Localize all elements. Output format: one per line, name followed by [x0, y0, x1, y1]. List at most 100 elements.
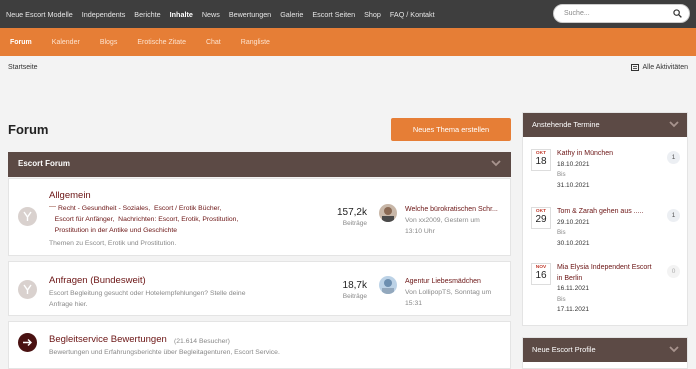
- forum-icon: [18, 207, 37, 226]
- event-bis: Bis: [557, 171, 566, 178]
- event-text: Tom & Zarah gehen aus ..... 29.10.2021 B…: [557, 207, 643, 249]
- subnav-item-rangliste[interactable]: Rangliste: [241, 39, 270, 46]
- nav-item-bewertungen[interactable]: Bewertungen: [229, 10, 271, 19]
- event-end: 17.11.2021: [557, 306, 590, 313]
- avatar[interactable]: [379, 276, 397, 294]
- arrow-right-icon: [23, 339, 32, 346]
- node-description-cont: Anfrage hier.: [49, 301, 88, 308]
- event-text: Mia Elysia Independent Escort in Berlin …: [557, 263, 652, 316]
- event-day: 18: [535, 156, 547, 167]
- event-day: 29: [535, 214, 547, 225]
- all-activities-label: Alle Aktivitäten: [642, 64, 688, 71]
- search-input[interactable]: Suche...: [553, 4, 690, 23]
- new-profiles-widget: Neue Escort Profile: [522, 337, 688, 369]
- category-header[interactable]: Escort Forum: [8, 152, 511, 177]
- last-post-title[interactable]: Welche bürokratischen Schr...: [405, 204, 505, 215]
- nav-item-inhalte[interactable]: Inhalte: [170, 10, 193, 19]
- last-post: Welche bürokratischen Schr... Von xx2009…: [405, 204, 505, 237]
- event-day: 16: [535, 270, 547, 281]
- nav-item-independents[interactable]: Independents: [82, 10, 126, 19]
- event-end: 31.10.2021: [557, 181, 590, 189]
- event-date-badge: OKT 29: [531, 207, 551, 229]
- nav-item-faq-kontakt[interactable]: FAQ / Kontakt: [390, 10, 435, 19]
- chevron-down-icon[interactable]: [491, 159, 501, 167]
- subforum-link[interactable]: Escort / Erotik Bücher,: [154, 205, 221, 212]
- nav-item-escort-seiten[interactable]: Escort Seiten: [312, 10, 355, 19]
- forum-node-begleitservice: Begleitservice Bewertungen (21.614 Besuc…: [8, 321, 511, 369]
- event-count-badge: 1: [667, 209, 680, 222]
- avatar[interactable]: [379, 204, 397, 222]
- new-profiles-header[interactable]: Neue Escort Profile: [523, 338, 687, 362]
- post-count: 157,2k: [336, 207, 367, 218]
- subnav-item-blogs[interactable]: Blogs: [100, 39, 118, 46]
- last-post-meta: Von LollipopTS, Sonntag um: [405, 289, 492, 296]
- event-start: 18.10.2021: [557, 160, 590, 168]
- forum-node-anfragen: Anfragen (Bundesweit) Escort Begleitung …: [8, 261, 511, 316]
- nav-item-news[interactable]: News: [202, 10, 220, 19]
- subnav-item-forum[interactable]: Forum: [10, 39, 32, 46]
- upcoming-events-widget: Anstehende Termine OKT 18 Kathy in Münch…: [522, 112, 688, 326]
- event-name[interactable]: Tom & Zarah gehen aus .....: [557, 207, 643, 218]
- activity-icon: [631, 64, 640, 71]
- node-description: Themen zu Escort, Erotik und Prostitutio…: [49, 240, 177, 247]
- event-text: Kathy in München 18.10.2021 Bis 31.10.20…: [557, 149, 613, 191]
- subnav-item-kalender[interactable]: Kalender: [52, 39, 80, 46]
- subnav-item-erotische-zitate[interactable]: Erotische Zitate: [137, 39, 186, 46]
- node-stats: 18,7k Beiträge: [329, 280, 367, 300]
- node-description: Bewertungen und Erfahrungsberichte über …: [49, 349, 280, 356]
- breadcrumb[interactable]: Startseite: [8, 64, 38, 71]
- nav-item-galerie[interactable]: Galerie: [280, 10, 303, 19]
- subforum-link[interactable]: Nachrichten: Escort, Erotik, Prostitutio…: [118, 216, 238, 223]
- forum-link-icon: [18, 333, 37, 352]
- event-bis: Bis: [557, 229, 566, 236]
- last-post-time: 15:31: [405, 300, 423, 307]
- last-post-meta: Von xx2009, Gestern um: [405, 217, 480, 224]
- subforum-link[interactable]: Prostitution in der Antike und Geschicht…: [55, 227, 177, 234]
- new-profiles-title: Neue Escort Profile: [532, 345, 596, 354]
- subnav-item-chat[interactable]: Chat: [206, 39, 221, 46]
- chevron-down-icon[interactable]: [669, 345, 679, 353]
- event-count-badge: 1: [667, 151, 680, 164]
- event-name[interactable]: Mia Elysia Independent Escort: [557, 263, 652, 274]
- upcoming-events-header[interactable]: Anstehende Termine: [523, 113, 687, 137]
- category-title: Escort Forum: [18, 159, 71, 168]
- subforum-link[interactable]: Recht - Gesundheit - Soziales,: [58, 205, 150, 212]
- upcoming-events-title: Anstehende Termine: [532, 120, 600, 129]
- subforum-list: Recht - Gesundheit - Soziales, Escort / …: [49, 203, 289, 236]
- top-navigation: Neue Escort Modelle Independents Bericht…: [0, 0, 696, 28]
- post-count-label: Beiträge: [342, 220, 367, 227]
- post-count: 18,7k: [342, 280, 367, 291]
- forum-node-allgemein: Allgemein Recht - Gesundheit - Soziales,…: [8, 178, 511, 256]
- last-post-title[interactable]: Agentur Liebesmädchen: [405, 276, 505, 287]
- search-icon[interactable]: [673, 9, 682, 18]
- event-name[interactable]: Kathy in München: [557, 149, 613, 160]
- last-post-time: 13:10 Uhr: [405, 228, 435, 235]
- node-stats: 157,2k Beiträge: [329, 207, 367, 227]
- event-start: 16.11.2021: [557, 285, 590, 292]
- subforum-link[interactable]: Escort für Anfänger,: [55, 216, 115, 223]
- nav-item-shop[interactable]: Shop: [364, 10, 381, 19]
- event-start: 29.10.2021: [557, 218, 590, 226]
- sub-navigation: Forum Kalender Blogs Erotische Zitate Ch…: [0, 28, 696, 56]
- page-title: Forum: [8, 122, 49, 137]
- last-post: Agentur Liebesmädchen Von LollipopTS, So…: [405, 276, 505, 309]
- node-description: Escort Begleitung gesucht oder Hotelempf…: [49, 290, 246, 297]
- event-date-badge: OKT 18: [531, 149, 551, 171]
- event-bis: Bis: [557, 295, 566, 303]
- post-count-label: Beiträge: [342, 293, 367, 300]
- node-title[interactable]: Allgemein: [49, 190, 91, 201]
- event-end: 30.10.2021: [557, 239, 590, 247]
- new-thread-button[interactable]: Neues Thema erstellen: [391, 118, 511, 141]
- subforum-icon: [49, 206, 56, 210]
- node-visitors: (21.614 Besucher): [174, 338, 230, 345]
- event-count-badge: 0: [667, 265, 680, 278]
- all-activities-link[interactable]: Alle Aktivitäten: [631, 64, 688, 71]
- forum-icon: [18, 280, 37, 299]
- event-date-badge: NOV 16: [531, 263, 551, 285]
- node-title[interactable]: Anfragen (Bundesweit): [49, 275, 146, 286]
- chevron-down-icon[interactable]: [669, 120, 679, 128]
- nav-item-neue-escort-modelle[interactable]: Neue Escort Modelle: [6, 10, 73, 19]
- nav-item-berichte[interactable]: Berichte: [134, 10, 160, 19]
- node-title[interactable]: Begleitservice Bewertungen: [49, 334, 167, 345]
- event-name-cont[interactable]: in Berlin: [557, 274, 652, 285]
